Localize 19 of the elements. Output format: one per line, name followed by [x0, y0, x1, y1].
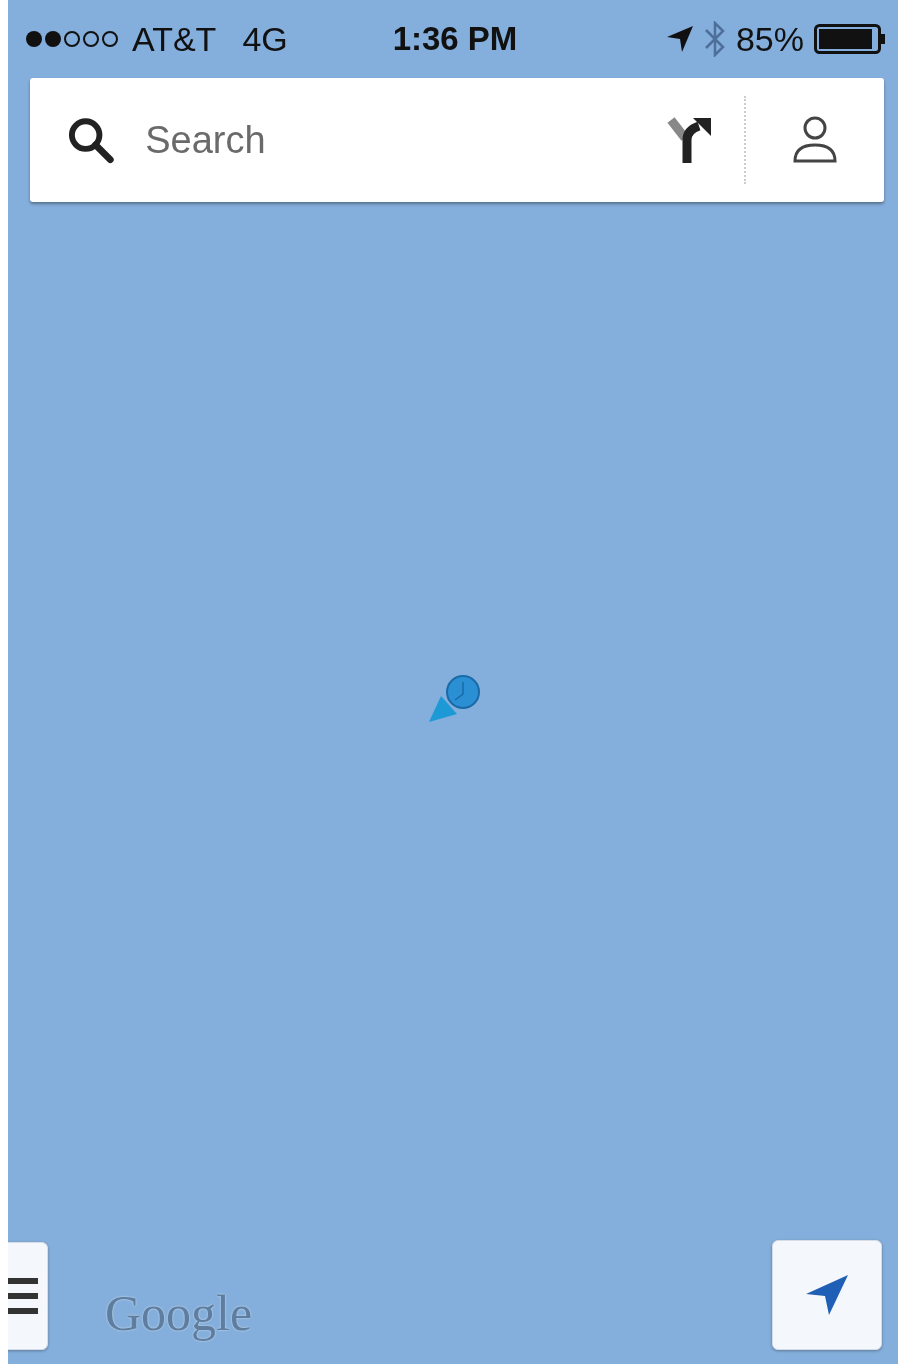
fork-arrow-icon — [667, 116, 714, 164]
signal-icon — [24, 29, 120, 49]
battery-icon — [814, 24, 886, 54]
carrier-name: AT&T — [132, 19, 217, 59]
bluetooth-icon — [703, 21, 726, 57]
map-attribution: Google — [105, 1284, 253, 1342]
map-view[interactable]: Google — [8, 202, 898, 1364]
navigation-arrow-icon — [805, 1274, 849, 1316]
battery-percent: 85% — [735, 19, 804, 59]
network-type: 4G — [242, 19, 288, 59]
menu-button[interactable] — [8, 1242, 48, 1350]
my-location-button[interactable] — [772, 1240, 882, 1350]
clock-time: 1:36 PM — [392, 20, 518, 58]
search-field[interactable]: Search — [143, 117, 637, 163]
search-bar[interactable]: Search — [30, 78, 884, 202]
location-arrow-icon — [665, 25, 694, 53]
search-icon — [66, 115, 116, 165]
menu-icon — [8, 1276, 38, 1316]
person-icon — [792, 115, 839, 165]
